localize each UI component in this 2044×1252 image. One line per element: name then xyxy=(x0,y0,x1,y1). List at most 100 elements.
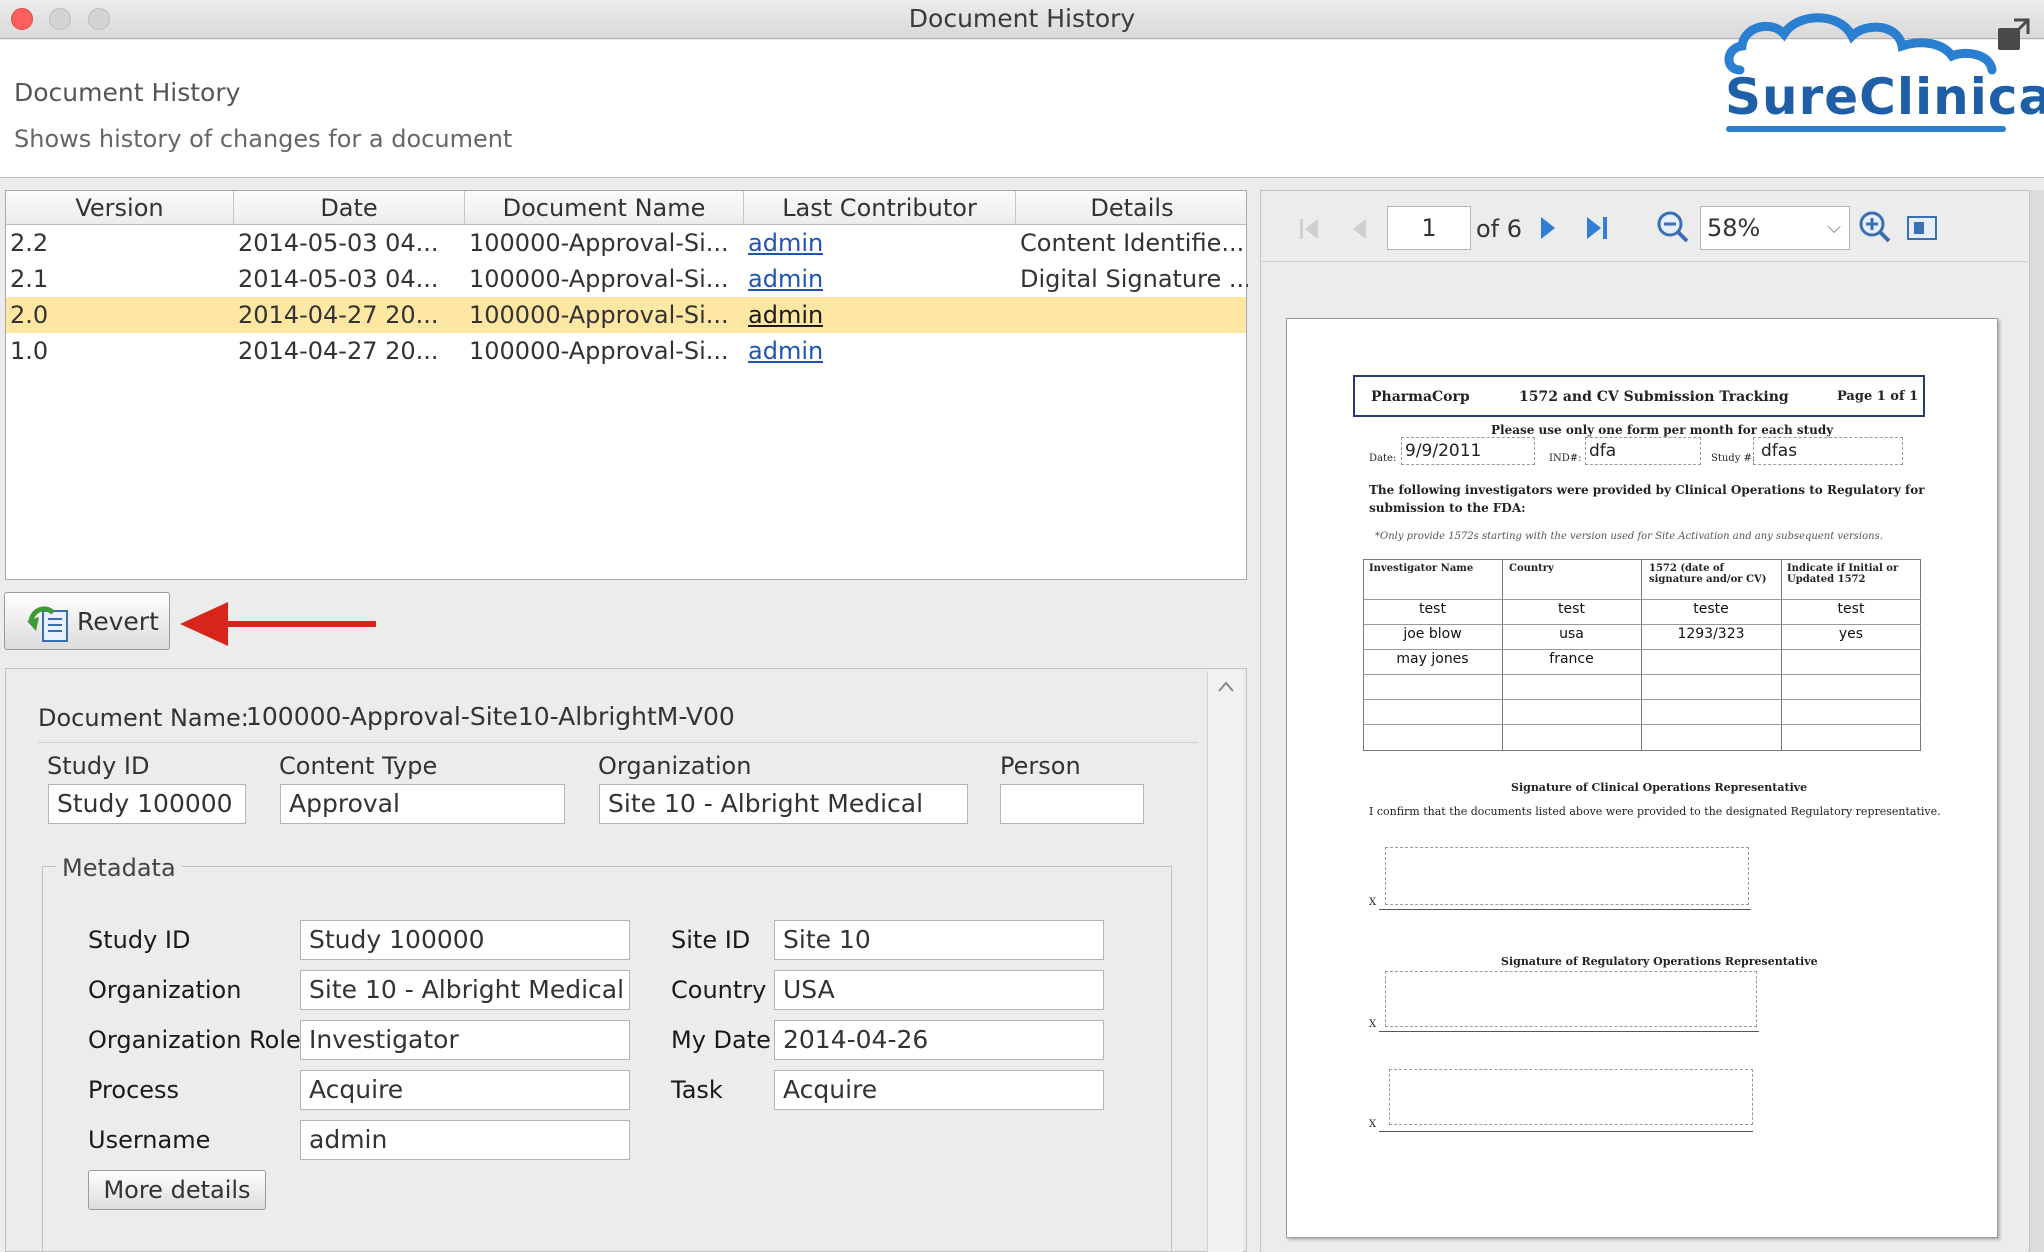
divider xyxy=(38,742,1198,743)
pdf-company: PharmaCorp xyxy=(1371,389,1470,405)
details-cell xyxy=(1016,297,1248,333)
table-row-selected[interactable]: 2.0 2014-04-27 20... 100000-Approval-Si.… xyxy=(6,297,1246,333)
pdf-th-0: Investigator Name xyxy=(1369,563,1474,574)
meta-process-field[interactable]: Acquire xyxy=(300,1070,630,1110)
revert-icon xyxy=(27,606,68,642)
pdf-sig1-box xyxy=(1385,847,1749,905)
column-header-date[interactable]: Date xyxy=(234,191,465,225)
person-label: Person xyxy=(1000,752,1081,780)
meta-username-field[interactable]: admin xyxy=(300,1120,630,1160)
meta-organization-field[interactable]: Site 10 - Albright Medical xyxy=(300,970,630,1010)
table-row[interactable]: 1.0 2014-04-27 20... 100000-Approval-Si.… xyxy=(6,333,1246,369)
meta-site-id-label: Site ID xyxy=(671,926,751,954)
dialog-subtitle: Shows history of changes for a document xyxy=(14,125,513,153)
details-cell xyxy=(1016,333,1248,369)
meta-organization-label: Organization xyxy=(88,976,242,1004)
expand-icon[interactable] xyxy=(1996,16,2032,52)
pdf-sig2-title: Signature of Regulatory Operations Repre… xyxy=(1501,955,1818,968)
pdf-sig1-title: Signature of Clinical Operations Represe… xyxy=(1511,781,1808,794)
pdf-th-1: Country xyxy=(1509,563,1554,574)
chevron-down-icon: ⌵ xyxy=(1827,217,1841,238)
pdf-table-cell: test xyxy=(1837,601,1865,617)
pdf-intro: The following investigators were provide… xyxy=(1369,483,1925,497)
next-page-icon[interactable] xyxy=(1536,214,1560,242)
column-header-last-contributor[interactable]: Last Contributor xyxy=(744,191,1016,225)
details-scrollbar[interactable] xyxy=(1207,671,1243,1252)
first-page-icon[interactable] xyxy=(1298,216,1322,242)
logo-underline xyxy=(1726,126,2006,132)
column-header-details[interactable]: Details xyxy=(1016,191,1248,225)
contributor-link[interactable]: admin xyxy=(744,225,823,261)
pdf-sig-line xyxy=(1379,1031,1759,1032)
pdf-page-label: Page 1 of 1 xyxy=(1837,389,1919,404)
metadata-title: Metadata xyxy=(56,854,182,882)
revert-button[interactable]: Revert xyxy=(4,592,170,650)
pdf-table-cell: joe blow xyxy=(1403,626,1462,642)
pdf-sig-line xyxy=(1379,909,1751,910)
pdf-table-cell: may jones xyxy=(1396,651,1469,667)
document-name-label: Document Name: xyxy=(38,704,249,732)
meta-country-field[interactable]: USA xyxy=(774,970,1104,1010)
pdf-ind-value: dfa xyxy=(1589,441,1617,461)
table-row[interactable]: 2.1 2014-05-03 04... 100000-Approval-Si.… xyxy=(6,261,1248,297)
meta-site-id-field[interactable]: Site 10 xyxy=(774,920,1104,960)
pdf-form-title: 1572 and CV Submission Tracking xyxy=(1519,389,1789,405)
document-name-cell: 100000-Approval-Si... xyxy=(469,265,729,293)
organization-field[interactable]: Site 10 - Albright Medical xyxy=(599,784,968,824)
zoom-in-icon[interactable] xyxy=(1858,210,1892,244)
contributor-link[interactable]: admin xyxy=(744,261,823,297)
pdf-th-2: 1572 (date of signature and/or CV) xyxy=(1649,563,1767,585)
pdf-row-divider xyxy=(1363,649,1921,650)
meta-my-date-label: My Date xyxy=(671,1026,771,1054)
pdf-sig1-text: I confirm that the documents listed abov… xyxy=(1369,805,1941,818)
fit-page-icon[interactable] xyxy=(1906,214,1938,242)
pdf-x-mark: X xyxy=(1369,897,1377,908)
date-cell: 2014-05-03 04... xyxy=(238,229,439,257)
contributor-link[interactable]: admin xyxy=(744,297,823,333)
last-page-icon[interactable] xyxy=(1584,214,1612,242)
more-details-button[interactable]: More details xyxy=(88,1170,266,1210)
red-arrow-annotation xyxy=(180,602,376,646)
pdf-table-cell: yes xyxy=(1838,626,1864,642)
pdf-row-divider xyxy=(1363,699,1921,700)
versions-table: Version Date Document Name Last Contribu… xyxy=(5,190,1248,580)
viewer-scrollbar[interactable] xyxy=(2030,190,2044,1252)
study-id-field[interactable]: Study 100000 xyxy=(48,784,246,824)
zoom-select[interactable]: 58% ⌵ xyxy=(1700,206,1850,250)
column-header-document-name[interactable]: Document Name xyxy=(465,191,744,225)
scroll-up-icon[interactable] xyxy=(1216,677,1236,697)
meta-task-field[interactable]: Acquire xyxy=(774,1070,1104,1110)
pdf-sig-line xyxy=(1379,1131,1753,1132)
pdf-row-divider xyxy=(1363,624,1921,625)
pdf-row-divider xyxy=(1363,674,1921,675)
meta-study-id-field[interactable]: Study 100000 xyxy=(300,920,630,960)
contributor-link[interactable]: admin xyxy=(744,333,823,369)
meta-my-date-field[interactable]: 2014-04-26 xyxy=(774,1020,1104,1060)
pdf-th-3: Indicate if Initial or Updated 1572 xyxy=(1787,563,1899,585)
zoom-out-icon[interactable] xyxy=(1656,210,1690,244)
page-number-input[interactable]: 1 xyxy=(1387,206,1471,250)
version-cell: 2.2 xyxy=(10,229,49,257)
pdf-table-cell: test xyxy=(1419,601,1446,617)
pdf-date-value: 9/9/2011 xyxy=(1405,441,1482,461)
version-cell: 2.1 xyxy=(10,265,49,293)
page-total-label: of 6 xyxy=(1476,215,1523,243)
pdf-note: *Only provide 1572s starting with the ve… xyxy=(1375,531,1883,542)
meta-organization-role-label: Organization Role xyxy=(88,1026,301,1054)
meta-task-label: Task xyxy=(671,1076,723,1104)
table-row[interactable]: 2.2 2014-05-03 04... 100000-Approval-Si.… xyxy=(6,225,1246,261)
person-field[interactable] xyxy=(1000,784,1144,824)
pdf-col-divider xyxy=(1781,559,1782,751)
details-cell: Content Identifie... xyxy=(1020,229,1245,257)
date-cell: 2014-04-27 20... xyxy=(238,337,439,365)
previous-page-icon[interactable] xyxy=(1348,216,1372,242)
organization-label: Organization xyxy=(598,752,752,780)
content-type-field[interactable]: Approval xyxy=(280,784,565,824)
pdf-table-cell: test xyxy=(1558,601,1585,617)
column-header-version[interactable]: Version xyxy=(6,191,234,225)
pdf-row-divider xyxy=(1363,724,1921,725)
meta-process-label: Process xyxy=(88,1076,180,1104)
dialog-title: Document History xyxy=(14,78,241,107)
meta-organization-role-field[interactable]: Investigator xyxy=(300,1020,630,1060)
version-cell: 1.0 xyxy=(10,337,49,365)
